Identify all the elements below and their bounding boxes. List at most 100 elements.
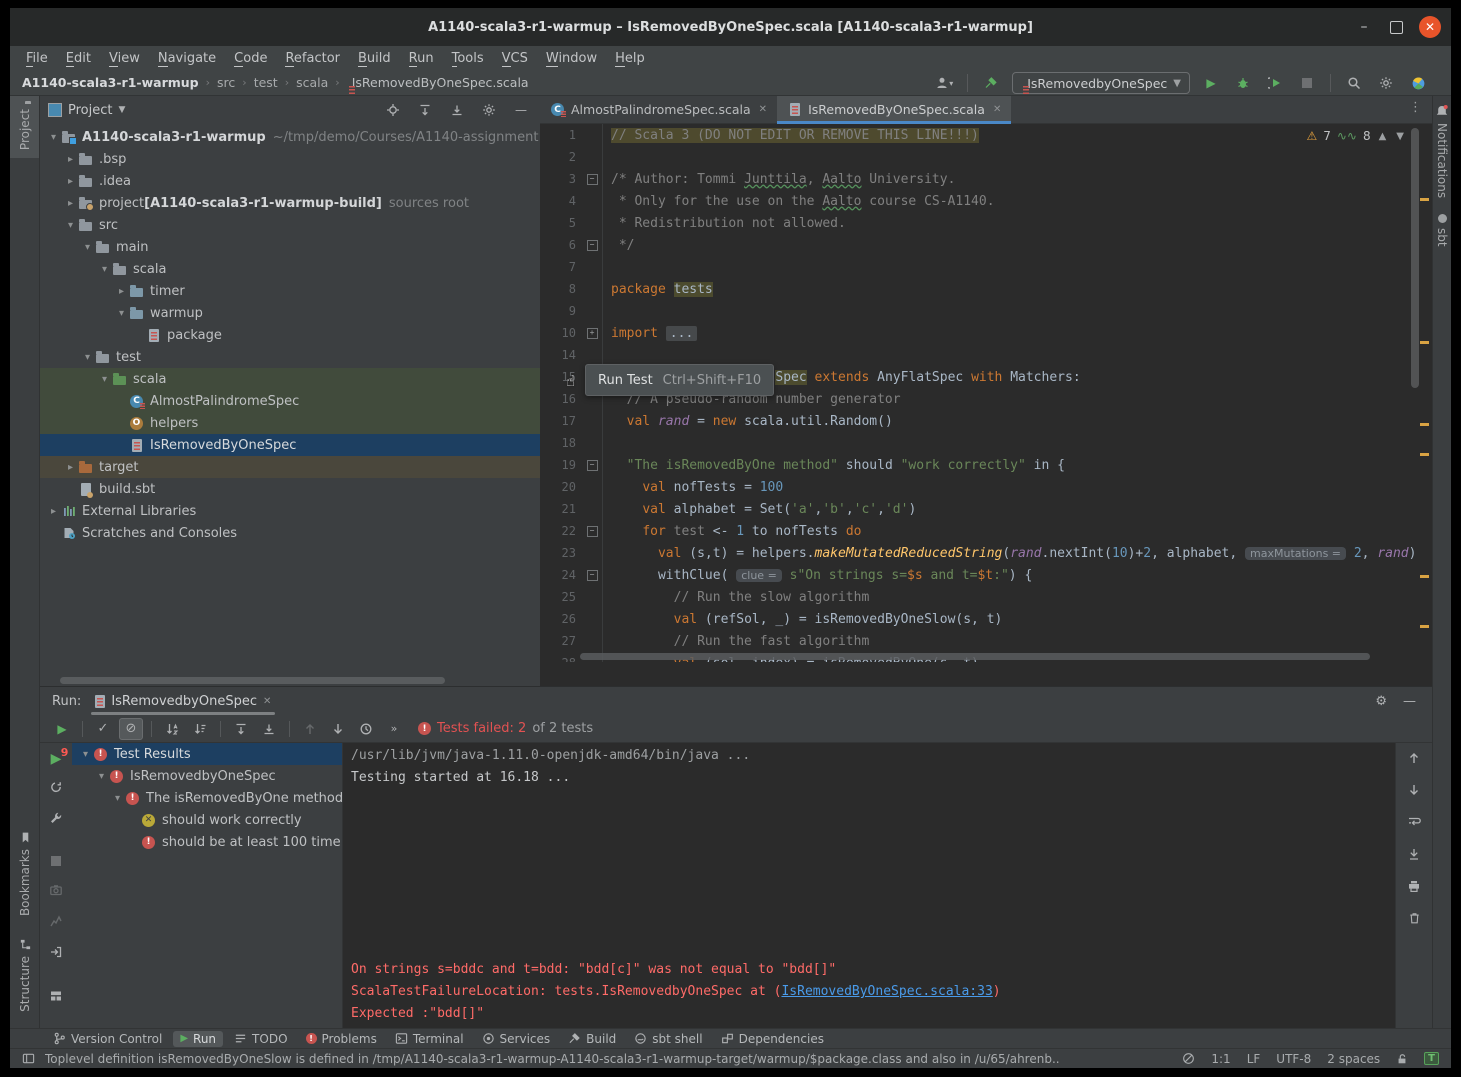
chevron-down-icon[interactable]: ▾ [63,220,78,231]
layout-settings-button[interactable] [49,989,63,1007]
test-tree-row[interactable]: ▾!The isRemovedByOne method [72,787,342,809]
editor-vscrollbar[interactable] [1411,128,1419,388]
tree-row[interactable]: Scratches and Consoles [40,522,540,544]
close-icon[interactable]: ✕ [993,104,1001,115]
run-console[interactable]: /usr/lib/jvm/java-1.11.0-openjdk-amd64/b… [343,743,1395,1028]
project-panel-title[interactable]: Project [68,103,112,118]
breadcrumb-item[interactable]: A1140-scala3-r1-warmup [22,75,199,90]
tree-row[interactable]: ▸.idea [40,170,540,192]
console-clear-all-button[interactable] [1408,911,1421,929]
chevron-right-icon[interactable]: ▸ [63,462,78,473]
show-passed-button[interactable]: ✓ [91,718,115,740]
breadcrumb-item[interactable]: scala [296,75,328,90]
chevron-down-icon[interactable]: ▾ [80,242,95,253]
tool-strip-sbt[interactable]: sbt [1433,206,1451,255]
editor-tabs-more-icon[interactable]: ⋮ [1399,96,1432,123]
menu-view[interactable]: View [101,49,148,68]
chevron-down-icon[interactable]: ▾ [94,771,109,782]
console-soft-wrap-button[interactable] [1407,815,1421,833]
run-configuration-select[interactable]: IsRemovedbyOneSpec▼ [1012,72,1190,94]
collapse-all-button[interactable] [446,99,468,121]
tree-row[interactable]: package [40,324,540,346]
menu-window[interactable]: Window [538,49,605,68]
collapse-all-button[interactable] [257,718,281,740]
prev-problem-button[interactable]: ▲ [1377,131,1389,142]
previous-failed-test-button[interactable] [298,718,322,740]
console-up-stack-trace-button[interactable] [1407,751,1421,769]
tree-row[interactable]: ▾warmup [40,302,540,324]
console-scroll-to-end-button[interactable] [1407,847,1421,865]
rerun-failed-tests-button[interactable] [49,780,63,798]
breadcrumb-item[interactable]: src [217,75,235,90]
chevron-right-icon[interactable]: ▸ [63,154,78,165]
debug-button[interactable] [1232,72,1254,94]
toolwindow-services[interactable]: Services [475,1031,558,1047]
sort-by-duration-button[interactable] [188,718,212,740]
chevron-down-icon[interactable]: ▾ [110,793,125,804]
menu-navigate[interactable]: Navigate [150,49,224,68]
chevron-right-icon[interactable]: ▸ [46,506,61,517]
next-problem-button[interactable]: ▼ [1394,131,1406,142]
warning-stripe-mark[interactable] [1420,453,1429,456]
menu-vcs[interactable]: VCS [494,49,536,68]
toolwindow-problems[interactable]: !Problems [299,1031,384,1047]
build-project-button[interactable] [980,72,1002,94]
fold-marker-icon[interactable]: − [587,460,598,471]
fold-marker-icon[interactable]: + [587,328,598,339]
tree-row[interactable]: ▾src [40,214,540,236]
run-settings-icon[interactable]: ⚙ [1375,694,1387,709]
sort-alphabetically-button[interactable] [160,718,184,740]
hide-panel-button[interactable]: — [510,99,532,121]
toolwindow-run[interactable]: ▶Run [173,1031,223,1047]
toolwindow-build[interactable]: Build [561,1031,623,1047]
run-tab[interactable]: IsRemovedbyOneSpec ✕ [91,687,275,715]
menu-edit[interactable]: Edit [58,49,99,68]
tree-row[interactable]: ▸.bsp [40,148,540,170]
tool-strip-bookmarks[interactable]: Bookmarks [18,823,32,924]
background-tasks-icon[interactable] [1182,1052,1195,1065]
locate-file-button[interactable] [382,99,404,121]
menu-build[interactable]: Build [350,49,399,68]
panel-settings-button[interactable] [478,99,500,121]
rerun-tests-button[interactable]: ▶9 [51,751,62,767]
tree-row[interactable]: build.sbt [40,478,540,500]
tool-strip-project[interactable]: Project [10,96,39,158]
chevron-down-icon[interactable]: ▾ [78,749,93,760]
chevron-down-icon[interactable]: ▼ [118,105,125,115]
fold-marker-icon[interactable]: − [587,570,598,581]
tree-row[interactable]: IsRemovedByOneSpec [40,434,540,456]
show-ignored-button[interactable]: ⊘ [119,718,143,740]
tree-row[interactable]: ▾main [40,236,540,258]
close-button[interactable]: ✕ [1419,16,1441,38]
search-everywhere-button[interactable] [1343,72,1365,94]
test-tree-row[interactable]: ✕should work correctly [72,809,342,831]
stack-trace-link[interactable]: IsRemovedByOneSpec.scala:33 [781,984,992,999]
editor-tab[interactable]: IsRemovedByOneSpec.scala✕ [777,96,1011,123]
editor-hscrollbar[interactable] [580,653,1370,660]
tree-row[interactable]: ▸External Libraries [40,500,540,522]
indent-setting[interactable]: 2 spaces [1327,1052,1380,1066]
breadcrumb-item[interactable]: test [254,75,278,90]
close-icon[interactable]: ✕ [263,696,271,707]
warning-stripe-mark[interactable] [1420,575,1429,578]
tree-row[interactable]: ▸project [A1140-scala3-r1-warmup-build]s… [40,192,540,214]
console-down-stack-trace-button[interactable] [1407,783,1421,801]
console-print-button[interactable] [1407,879,1421,897]
warning-stripe-mark[interactable] [1420,423,1429,426]
menu-code[interactable]: Code [226,49,275,68]
expand-all-button[interactable] [229,718,253,740]
editor-tab[interactable]: CAlmostPalindromeSpec.scala✕ [540,96,777,123]
menu-run[interactable]: Run [401,49,442,68]
tree-row[interactable]: ▸target [40,456,540,478]
fold-marker-icon[interactable]: − [587,174,598,185]
tree-row[interactable]: ▸timer [40,280,540,302]
chevron-right-icon[interactable]: ▸ [63,198,78,209]
rerun-button[interactable]: ▶ [50,718,74,740]
caret-position[interactable]: 1:1 [1211,1052,1230,1066]
settings-button[interactable] [1375,72,1397,94]
project-hscrollbar[interactable] [60,677,445,684]
stop-button[interactable] [1296,72,1318,94]
hide-panel-icon[interactable]: — [1403,694,1416,709]
warning-stripe-mark[interactable] [1420,198,1429,201]
test-settings-button[interactable] [49,811,63,829]
